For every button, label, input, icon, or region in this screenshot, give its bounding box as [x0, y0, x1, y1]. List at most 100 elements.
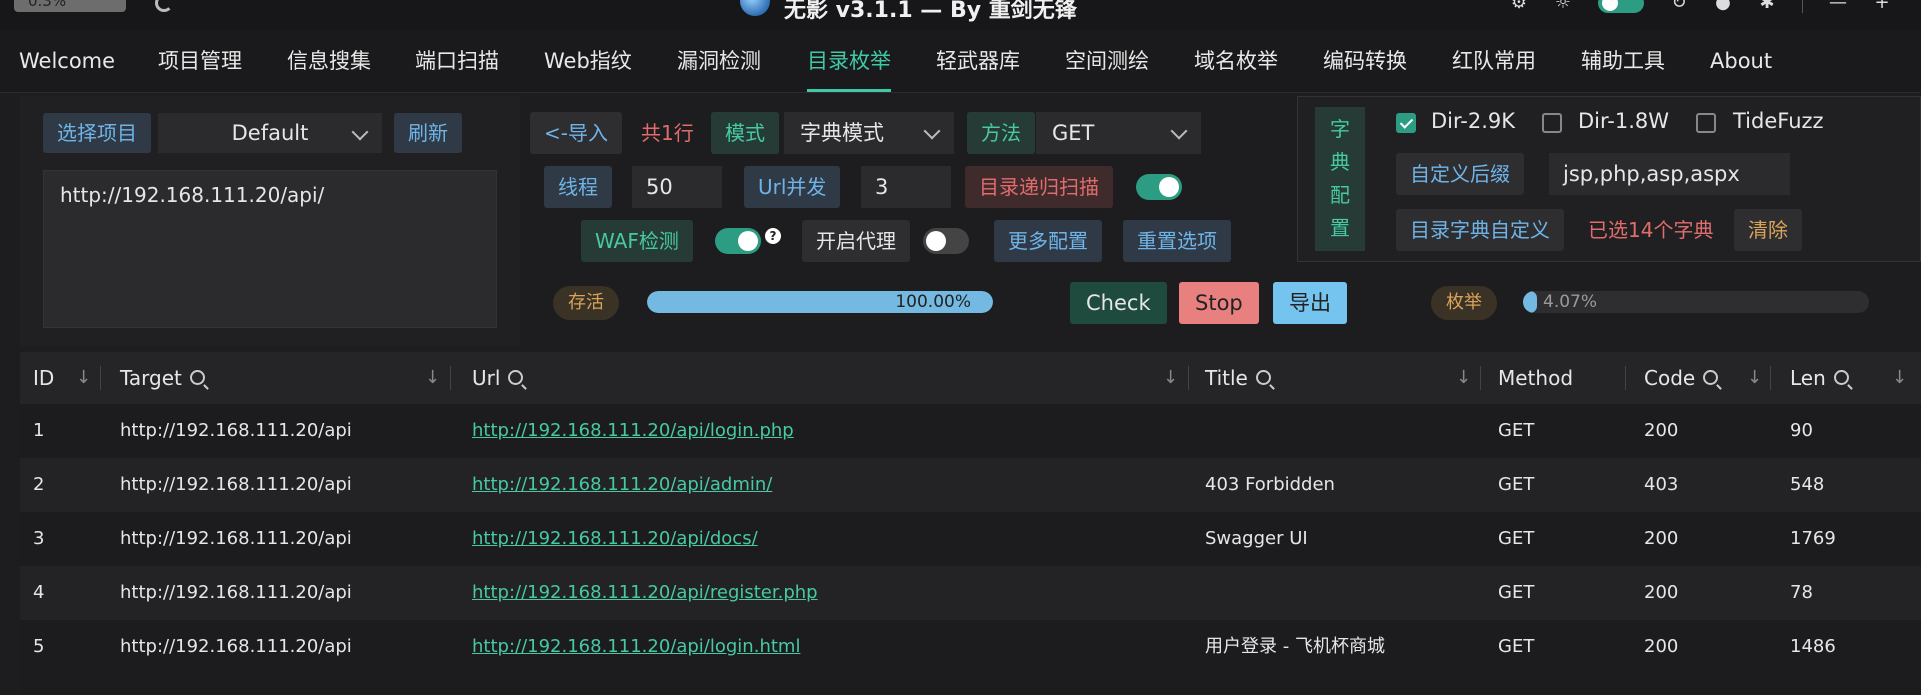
cell-title: 用户登录 - 飞机杯商城: [1205, 636, 1385, 657]
dir-1-8w-checkbox[interactable]: [1542, 113, 1562, 133]
header-code[interactable]: Code: [1644, 352, 1719, 404]
enum-progress-text: 4.07%: [1543, 292, 1598, 312]
header-len-label: Len: [1790, 366, 1826, 390]
nav-info-gathering[interactable]: 信息搜集: [287, 30, 371, 92]
reload-icon[interactable]: ↻: [1670, 0, 1688, 12]
search-icon[interactable]: [1703, 370, 1719, 385]
url-link[interactable]: http://192.168.111.20/api/register.php: [472, 582, 818, 603]
cell-target: http://192.168.111.20/api: [120, 474, 352, 495]
export-button[interactable]: 导出: [1273, 282, 1347, 324]
header-title-label: Title: [1205, 366, 1248, 390]
url-link[interactable]: http://192.168.111.20/api/login.html: [472, 636, 800, 657]
method-select[interactable]: GET: [1036, 112, 1201, 154]
nav-project-management[interactable]: 项目管理: [158, 30, 242, 92]
line-count: 共1行: [641, 121, 694, 145]
gear-icon[interactable]: ⚙: [1510, 0, 1528, 12]
table-row[interactable]: 2 http://192.168.111.20/api http://192.1…: [20, 458, 1921, 512]
help-icon[interactable]: ?: [765, 228, 781, 244]
header-target[interactable]: Target: [120, 352, 205, 404]
url-concurrency-input[interactable]: 3: [861, 166, 951, 208]
maximize-icon[interactable]: +: [1873, 0, 1891, 12]
target-textarea[interactable]: http://192.168.111.20/api/: [43, 170, 497, 328]
chevron-down-icon: [1170, 122, 1188, 140]
dict-title-char: 典: [1330, 150, 1350, 174]
table-row[interactable]: 1 http://192.168.111.20/api http://192.1…: [20, 404, 1921, 458]
nav-domain-enum[interactable]: 域名枚举: [1194, 30, 1278, 92]
cell-target: http://192.168.111.20/api: [120, 420, 352, 441]
project-select[interactable]: Default: [158, 113, 382, 153]
header-url[interactable]: Url: [472, 352, 524, 404]
nav-light-weapons[interactable]: 轻武器库: [936, 30, 1020, 92]
cell-code: 403: [1644, 474, 1679, 495]
more-config-button[interactable]: 更多配置: [994, 220, 1102, 262]
import-button[interactable]: <-导入: [530, 112, 622, 154]
header-id[interactable]: ID: [33, 352, 54, 404]
main-nav: Welcome 项目管理 信息搜集 端口扫描 Web指纹 漏洞检测 目录枚举 轻…: [0, 30, 1921, 93]
sort-icon[interactable]: ↓: [1163, 352, 1178, 404]
nav-web-fingerprint[interactable]: Web指纹: [544, 30, 632, 92]
header-len[interactable]: Len: [1790, 352, 1849, 404]
header-method[interactable]: Method: [1498, 352, 1573, 404]
mode-select[interactable]: 字典模式: [784, 112, 954, 154]
minimize-icon[interactable]: —: [1829, 0, 1847, 12]
reset-options-button[interactable]: 重置选项: [1123, 220, 1231, 262]
stop-button[interactable]: Stop: [1179, 282, 1259, 324]
lightbulb-icon[interactable]: ☼: [1554, 0, 1572, 12]
proxy-switch[interactable]: [923, 228, 969, 254]
url-link[interactable]: http://192.168.111.20/api/admin/: [472, 474, 772, 495]
cell-title: 403 Forbidden: [1205, 474, 1335, 495]
waf-detect-switch[interactable]: [715, 228, 761, 254]
url-link[interactable]: http://192.168.111.20/api/login.php: [472, 420, 794, 441]
nav-dir-enum[interactable]: 目录枚举: [807, 30, 891, 92]
search-icon[interactable]: [189, 370, 205, 385]
tidefuzz-checkbox[interactable]: [1696, 113, 1716, 133]
sort-icon[interactable]: ↓: [1456, 352, 1471, 404]
dict-title-char: 字: [1330, 117, 1350, 141]
github-icon[interactable]: ●: [1714, 0, 1732, 12]
table-row[interactable]: 4 http://192.168.111.20/api http://192.1…: [20, 566, 1921, 620]
select-project-button[interactable]: 选择项目: [43, 113, 151, 153]
nav-vuln-detection[interactable]: 漏洞检测: [677, 30, 761, 92]
sort-icon[interactable]: ↓: [76, 352, 91, 404]
threads-label: 线程: [544, 166, 612, 208]
recursive-scan-label: 目录递归扫描: [965, 166, 1113, 208]
nav-helper-tools[interactable]: 辅助工具: [1581, 30, 1665, 92]
sort-icon[interactable]: ↓: [1892, 352, 1907, 404]
sort-icon[interactable]: ↓: [425, 352, 440, 404]
bug-icon[interactable]: ✱: [1758, 0, 1776, 12]
threads-input[interactable]: 50: [632, 166, 722, 208]
refresh-button[interactable]: 刷新: [394, 113, 462, 153]
cell-code: 200: [1644, 636, 1679, 657]
table-header: ID ↓ Target ↓ Url ↓ Title ↓ Method Code …: [20, 352, 1921, 404]
search-icon[interactable]: [1833, 370, 1849, 385]
nav-red-team[interactable]: 红队常用: [1452, 30, 1536, 92]
check-button[interactable]: Check: [1070, 282, 1167, 324]
sort-icon[interactable]: ↓: [1747, 352, 1762, 404]
nav-welcome[interactable]: Welcome: [19, 30, 115, 92]
header-code-label: Code: [1644, 366, 1696, 390]
clear-button[interactable]: 清除: [1734, 209, 1802, 251]
dir-2-9k-checkbox[interactable]: [1396, 113, 1416, 133]
column-divider: [450, 366, 451, 390]
nav-port-scan[interactable]: 端口扫描: [415, 30, 499, 92]
url-link[interactable]: http://192.168.111.20/api/docs/: [472, 528, 758, 549]
theme-toggle[interactable]: [1598, 0, 1644, 13]
nav-encoding[interactable]: 编码转换: [1323, 30, 1407, 92]
search-icon[interactable]: [508, 370, 524, 385]
refresh-icon[interactable]: [155, 0, 173, 12]
custom-dir-dict-button[interactable]: 目录字典自定义: [1396, 209, 1564, 251]
table-row[interactable]: 5 http://192.168.111.20/api http://192.1…: [20, 620, 1921, 674]
nav-space-mapping[interactable]: 空间测绘: [1065, 30, 1149, 92]
nav-about[interactable]: About: [1710, 30, 1772, 92]
custom-suffix-input[interactable]: jsp,php,asp,aspx: [1549, 153, 1790, 195]
cell-id: 5: [33, 636, 45, 657]
header-title[interactable]: Title: [1205, 352, 1271, 404]
alive-tag: 存活: [553, 286, 619, 320]
dict-title-char: 置: [1330, 216, 1350, 240]
title-bar: 0.3% 无影 v3.1.1 — By 重剑无锋 ⚙ ☼ ↻ ● ✱ — +: [0, 0, 1921, 30]
chevron-down-icon: [351, 123, 369, 141]
search-icon[interactable]: [1255, 370, 1271, 385]
waf-detect-label: WAF检测: [581, 220, 693, 262]
recursive-scan-switch[interactable]: [1136, 174, 1182, 200]
table-row[interactable]: 3 http://192.168.111.20/api http://192.1…: [20, 512, 1921, 566]
